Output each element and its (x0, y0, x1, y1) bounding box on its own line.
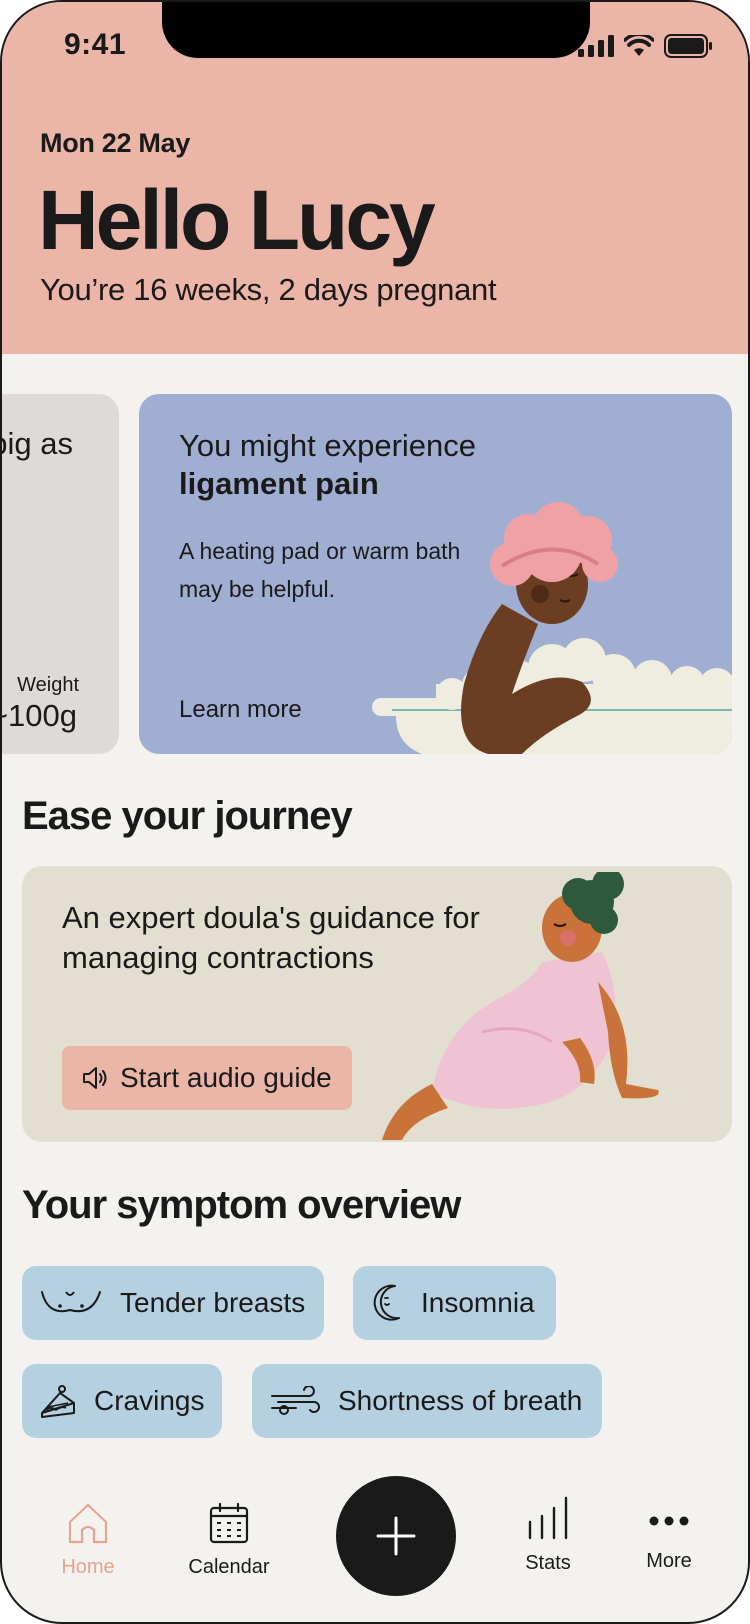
symptom-chip-cravings[interactable]: Cravings (22, 1364, 222, 1438)
signal-icon (578, 35, 614, 57)
tab-stats-label: Stats (525, 1552, 571, 1574)
symptom-chip-insomnia[interactable]: Insomnia (353, 1266, 556, 1340)
tip-symptom: ligament pain (179, 466, 379, 501)
greeting-title: Hello Lucy (38, 173, 436, 267)
audio-button-label: Start audio guide (120, 1062, 332, 1093)
wind-icon (271, 1386, 320, 1415)
date-label: Mon 22 May (40, 128, 191, 158)
doula-guide-card[interactable]: An expert doula's guidance for managing … (22, 866, 732, 1142)
status-time: 9:41 (64, 28, 127, 61)
weight-value: ~100g (2, 698, 77, 733)
phone-screen: 9:41 Mon 22 May Hello Lucy You’re 16 wee… (0, 0, 750, 1624)
tab-calendar[interactable]: Calendar (169, 1502, 289, 1579)
symptom-chip-tender-breasts[interactable]: Tender breasts (22, 1266, 324, 1340)
symptom-chip-shortness-of-breath[interactable]: Shortness of breath (252, 1364, 602, 1438)
symptom-tip-card[interactable]: You might experience ligament pain A hea… (139, 394, 732, 754)
more-icon (649, 1516, 689, 1526)
home-icon (68, 1503, 108, 1544)
moon-icon (373, 1284, 400, 1321)
weight-label: Weight (17, 674, 79, 696)
tab-stats[interactable]: Stats (488, 1496, 608, 1575)
header: 9:41 Mon 22 May Hello Lucy You’re 16 wee… (2, 2, 748, 354)
baby-size-card[interactable]: big as Weight ~100g (2, 394, 119, 754)
plus-icon (376, 1516, 416, 1556)
symptom-label: Insomnia (421, 1287, 535, 1318)
start-audio-guide-button[interactable]: Start audio guide (62, 1046, 352, 1110)
tab-more-label: More (646, 1550, 692, 1572)
tab-calendar-label: Calendar (188, 1556, 270, 1578)
pregnancy-status: You’re 16 weeks, 2 days pregnant (40, 272, 497, 307)
wifi-icon (624, 35, 654, 56)
symptom-label: Tender breasts (120, 1287, 306, 1318)
stats-icon (528, 1496, 568, 1540)
status-icons (578, 34, 712, 58)
tab-more[interactable]: More (609, 1514, 729, 1573)
tab-home[interactable]: Home (28, 1502, 148, 1579)
symptom-label: Shortness of breath (338, 1385, 583, 1416)
notch (162, 2, 590, 58)
bath-illustration (372, 502, 732, 754)
tab-bar: Home Calendar Stats More (2, 1452, 748, 1622)
add-entry-button[interactable] (336, 1476, 456, 1596)
breasts-icon (41, 1291, 101, 1313)
pregnant-woman-illustration (382, 872, 659, 1140)
calendar-icon (209, 1502, 249, 1544)
battery-icon (664, 34, 712, 58)
symptom-label: Cravings (94, 1385, 205, 1416)
symptom-section-title: Your symptom overview (22, 1183, 461, 1227)
journey-section-title: Ease your journey (22, 794, 353, 838)
speaker-icon (83, 1067, 107, 1089)
baby-size-text: big as (2, 426, 73, 461)
cake-icon (41, 1385, 75, 1418)
tab-home-label: Home (61, 1556, 115, 1578)
learn-more-link[interactable]: Learn more (179, 696, 302, 724)
